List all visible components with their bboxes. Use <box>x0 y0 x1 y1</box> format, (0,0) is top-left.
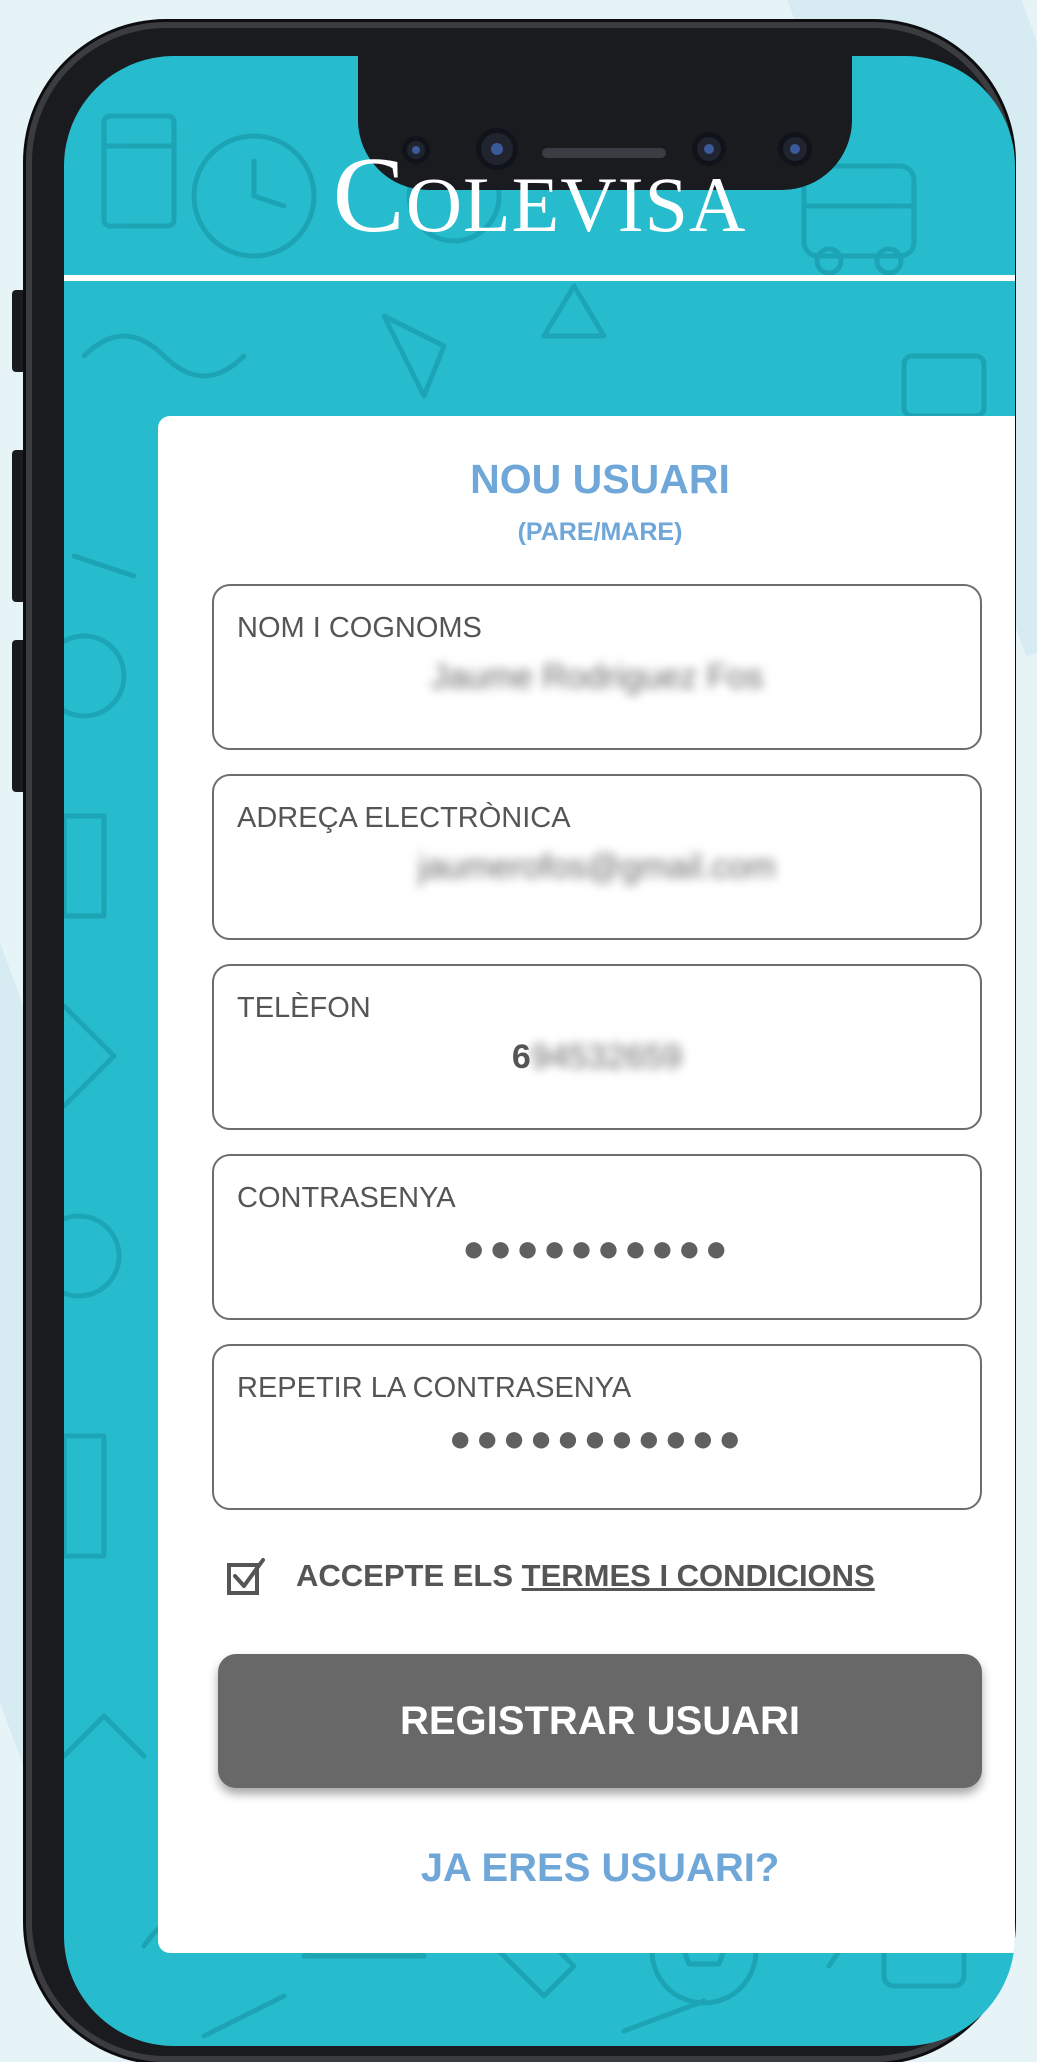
repeat-password-label: REPETIR LA CONTRASENYA <box>237 1372 632 1404</box>
phone-value-obscured: 94532659 <box>530 1038 683 1076</box>
logo-text: OLEVISA <box>405 161 747 248</box>
full-name-field[interactable]: NOM I COGNOMS Jaume Rodriguez Fos <box>212 584 982 750</box>
password-value[interactable]: ●●●●●●●●●● <box>214 1228 980 1271</box>
registration-card: NOU USUARI (PARE/MARE) NOM I COGNOMS Jau… <box>158 416 1015 1953</box>
existing-user-link[interactable]: JA ERES USUARI? <box>158 1846 1015 1891</box>
app-screen: COLEVISA NOU USUARI (PARE/MARE) NOM I CO… <box>64 56 1015 2046</box>
email-value[interactable]: jaumerofos@gmail.com <box>214 848 980 887</box>
full-name-value[interactable]: Jaume Rodriguez Fos <box>214 658 980 697</box>
phone-value-visible: 6 <box>511 1038 531 1076</box>
repeat-password-value[interactable]: ●●●●●●●●●●● <box>214 1418 980 1461</box>
phone-field[interactable]: TELÈFON 694532659 <box>212 964 982 1130</box>
form-title: NOU USUARI <box>470 456 730 502</box>
terms-row: ACCEPTE ELS TERMES I CONDICIONS <box>226 1554 875 1598</box>
password-label: CONTRASENYA <box>237 1182 456 1214</box>
password-field[interactable]: CONTRASENYA ●●●●●●●●●● <box>212 1154 982 1320</box>
email-label: ADREÇA ELECTRÒNICA <box>237 802 571 834</box>
repeat-password-field[interactable]: REPETIR LA CONTRASENYA ●●●●●●●●●●● <box>212 1344 982 1510</box>
full-name-label: NOM I COGNOMS <box>237 612 482 644</box>
register-button[interactable]: REGISTRAR USUARI <box>218 1654 982 1788</box>
phone-value[interactable]: 694532659 <box>214 1038 980 1077</box>
terms-prefix: ACCEPTE ELS <box>296 1558 522 1593</box>
terms-text: ACCEPTE ELS TERMES I CONDICIONS <box>296 1558 875 1594</box>
terms-link[interactable]: TERMES I CONDICIONS <box>522 1558 875 1593</box>
email-field[interactable]: ADREÇA ELECTRÒNICA jaumerofos@gmail.com <box>212 774 982 940</box>
checkbox-checked-icon[interactable] <box>226 1556 266 1596</box>
form-subtitle: (PARE/MARE) <box>517 518 683 546</box>
app-logo: COLEVISA <box>64 134 1015 258</box>
logo-first-letter: C <box>332 136 406 255</box>
phone-label: TELÈFON <box>237 992 371 1024</box>
header-divider <box>64 275 1015 281</box>
